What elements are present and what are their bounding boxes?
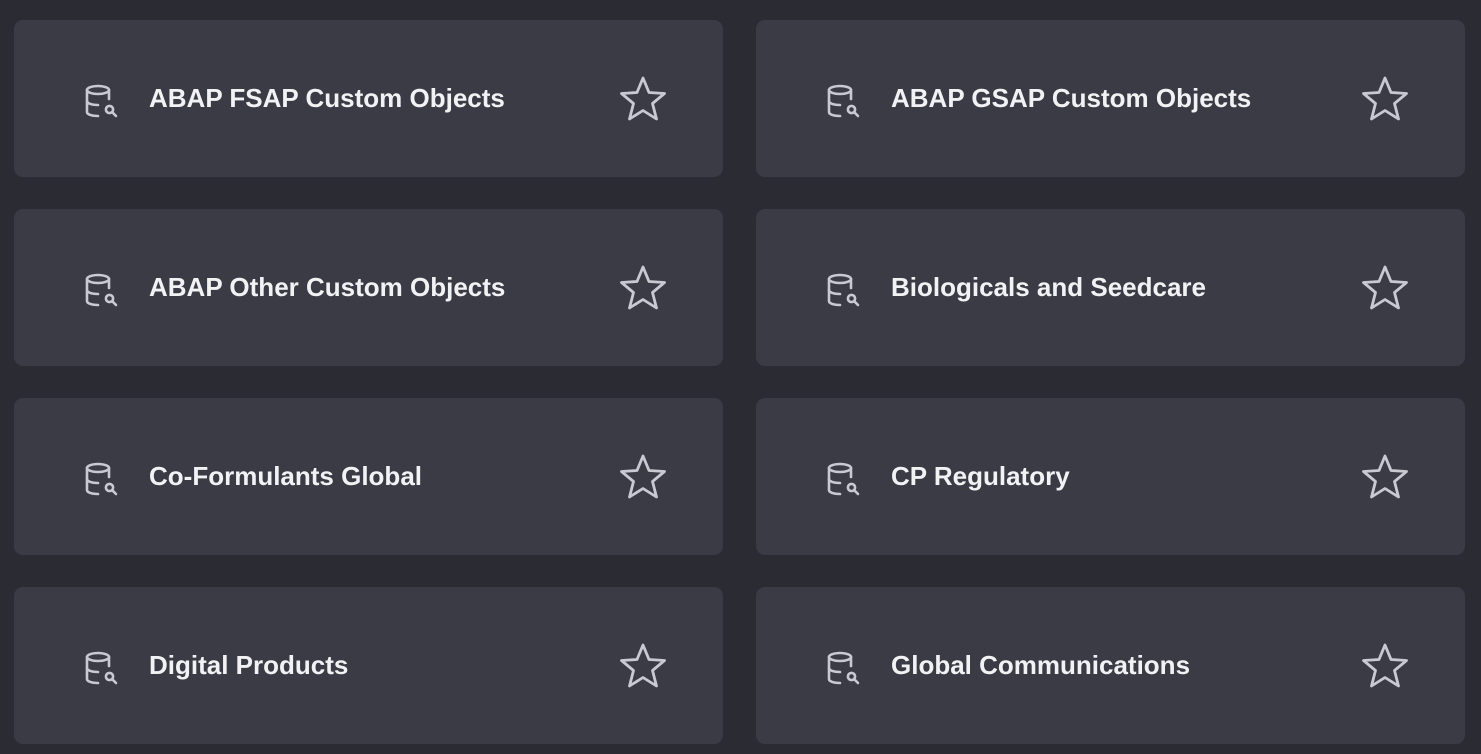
domain-card-label: ABAP FSAP Custom Objects: [149, 83, 505, 113]
star-outline-icon: [620, 454, 666, 499]
domain-card-label: Biologicals and Seedcare: [891, 272, 1207, 302]
favorite-star-button[interactable]: [1359, 262, 1411, 314]
star-outline-icon: [1362, 454, 1408, 499]
database-search-icon: [827, 651, 860, 685]
favorite-star-button[interactable]: [1359, 451, 1411, 503]
favorite-star-button[interactable]: [1359, 640, 1411, 692]
domain-card-abap-other[interactable]: ABAP Other Custom Objects: [14, 209, 723, 366]
domain-card-biologicals-seedcare[interactable]: Biologicals and Seedcare: [756, 209, 1465, 366]
domain-card-cp-regulatory[interactable]: CP Regulatory: [756, 398, 1465, 555]
database-search-icon: [85, 462, 118, 496]
favorite-star-button[interactable]: [617, 451, 669, 503]
favorite-star-button[interactable]: [617, 640, 669, 692]
domain-card-co-formulants-global[interactable]: Co-Formulants Global: [14, 398, 723, 555]
star-outline-icon: [1362, 265, 1408, 310]
domain-card-label: ABAP Other Custom Objects: [149, 272, 506, 302]
database-search-icon: [827, 462, 860, 496]
star-outline-icon: [620, 76, 666, 121]
star-outline-icon: [1362, 76, 1408, 121]
star-outline-icon: [620, 643, 666, 688]
database-search-icon: [827, 84, 860, 118]
data-domain-grid: ABAP FSAP Custom Objects ABAP GSAP Custo…: [14, 20, 1465, 744]
domain-card-label: Co-Formulants Global: [149, 461, 422, 491]
domain-card-abap-gsap[interactable]: ABAP GSAP Custom Objects: [756, 20, 1465, 177]
favorite-star-button[interactable]: [617, 262, 669, 314]
database-search-icon: [827, 273, 860, 307]
star-outline-icon: [620, 265, 666, 310]
domain-card-digital-products[interactable]: Digital Products: [14, 587, 723, 744]
database-search-icon: [85, 84, 118, 118]
database-search-icon: [85, 273, 118, 307]
domain-card-label: Global Communications: [891, 650, 1191, 680]
domain-card-label: Digital Products: [149, 650, 349, 680]
favorite-star-button[interactable]: [617, 73, 669, 125]
favorite-star-button[interactable]: [1359, 73, 1411, 125]
database-search-icon: [85, 651, 118, 685]
domain-card-label: CP Regulatory: [891, 461, 1070, 491]
domain-card-abap-fsap[interactable]: ABAP FSAP Custom Objects: [14, 20, 723, 177]
domain-card-global-communications[interactable]: Global Communications: [756, 587, 1465, 744]
domain-card-label: ABAP GSAP Custom Objects: [891, 83, 1252, 113]
star-outline-icon: [1362, 643, 1408, 688]
